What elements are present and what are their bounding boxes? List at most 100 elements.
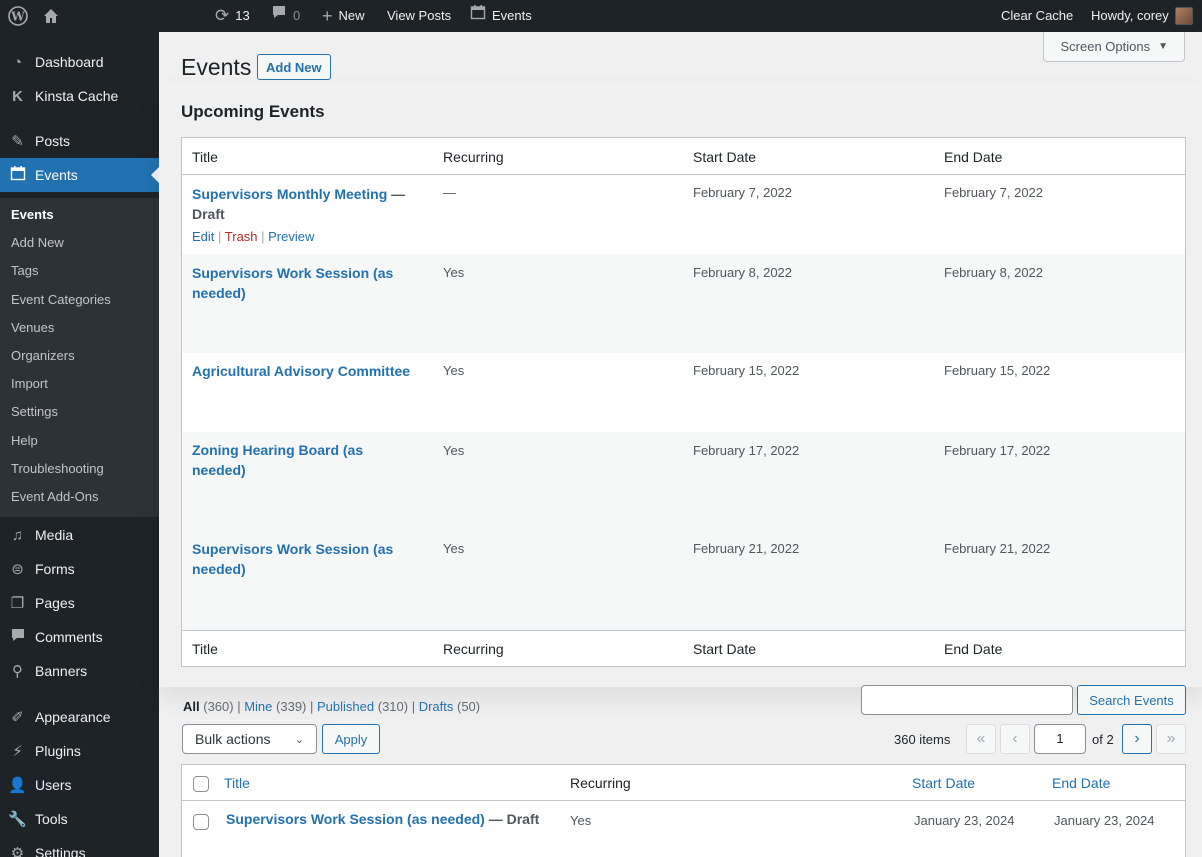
event-title-link[interactable]: Supervisors Work Session (as needed) xyxy=(192,263,412,303)
calendar-icon xyxy=(470,0,486,32)
submenu-settings[interactable]: Settings xyxy=(11,404,58,419)
filter-drafts-count: (50) xyxy=(457,699,481,714)
kinsta-icon: K xyxy=(12,87,23,105)
bulk-actions-select[interactable]: Bulk actions ⌄ xyxy=(182,724,317,754)
sort-start-date[interactable]: Start Date xyxy=(912,775,975,791)
plus-icon: + xyxy=(322,6,333,26)
add-new-button[interactable]: Add New xyxy=(257,54,331,80)
sidebar-item-media[interactable]: ♫ Media xyxy=(0,518,159,552)
home-icon[interactable] xyxy=(42,0,60,32)
sidebar-item-pages[interactable]: ❐ Pages xyxy=(0,586,159,620)
search-input[interactable] xyxy=(861,685,1073,715)
submenu-troubleshooting[interactable]: Troubleshooting xyxy=(11,461,104,476)
table-row: Agricultural Advisory Committee Yes Febr… xyxy=(182,353,1185,432)
end-date-cell: February 7, 2022 xyxy=(944,185,1044,200)
sidebar-item-dashboard[interactable]: ◔ Dashboard xyxy=(0,45,159,79)
view-posts-link[interactable]: View Posts xyxy=(387,0,451,32)
recurring-cell: Yes xyxy=(443,363,465,378)
preview-link[interactable]: Preview xyxy=(268,229,314,244)
sidebar-item-kinsta-cache[interactable]: K Kinsta Cache xyxy=(0,79,159,113)
table-row: Supervisors Work Session (as needed) Yes… xyxy=(182,531,1185,630)
wordpress-logo-icon[interactable]: W xyxy=(8,0,28,32)
events-list-table: Title Recurring Start Date End Date Supe… xyxy=(181,764,1186,857)
prev-page-button[interactable]: ‹ xyxy=(1000,724,1030,754)
submenu-events[interactable]: Events xyxy=(11,207,54,222)
current-page-input[interactable]: 1 xyxy=(1034,724,1086,754)
sort-title[interactable]: Title xyxy=(224,775,250,791)
submenu-add-new[interactable]: Add New xyxy=(11,235,64,250)
clear-cache-link[interactable]: Clear Cache xyxy=(1001,0,1073,32)
avatar xyxy=(1174,7,1193,25)
filter-mine-count: (339) xyxy=(276,699,307,714)
trash-link[interactable]: Trash xyxy=(225,229,258,244)
sidebar-item-settings[interactable]: ⚙ Settings xyxy=(0,836,159,857)
account-menu[interactable]: Howdy, corey xyxy=(1091,0,1193,32)
events-bar-link[interactable]: Events xyxy=(470,0,532,32)
items-count: 360 items xyxy=(894,732,951,747)
event-title-link[interactable]: Supervisors Work Session (as needed) xyxy=(192,539,412,579)
start-date-cell: January 23, 2024 xyxy=(914,813,1015,828)
last-page-button[interactable]: » xyxy=(1156,724,1186,754)
sidebar-item-appearance[interactable]: ✐ Appearance xyxy=(0,700,159,734)
search-events-button[interactable]: Search Events xyxy=(1077,685,1186,715)
filter-drafts[interactable]: Drafts xyxy=(419,699,454,714)
sidebar-item-events[interactable]: Events xyxy=(0,158,159,192)
screen-options-button[interactable]: Screen Options ▼ xyxy=(1043,32,1185,62)
event-title-cell: Supervisors Monthly Meeting — Draft xyxy=(192,184,412,224)
sidebar-item-forms[interactable]: ⊜ Forms xyxy=(0,552,159,586)
sidebar-item-label: Events xyxy=(35,167,78,183)
pin-icon: ⚲ xyxy=(12,663,23,680)
footer-column-start-date: Start Date xyxy=(693,641,757,657)
submenu-organizers[interactable]: Organizers xyxy=(11,348,75,363)
sidebar-item-posts[interactable]: ✎ Posts xyxy=(0,124,159,158)
submenu-event-categories[interactable]: Event Categories xyxy=(11,292,111,307)
comments-link[interactable]: 0 xyxy=(271,0,300,32)
view-posts-label: View Posts xyxy=(387,8,452,23)
sidebar-item-label: Comments xyxy=(35,629,103,645)
edit-link[interactable]: Edit xyxy=(192,229,214,244)
select-all-checkbox[interactable] xyxy=(193,776,209,792)
sidebar-item-comments[interactable]: Comments xyxy=(0,620,159,654)
admin-sidebar: Events Add New Tags Event Categories Ven… xyxy=(0,32,159,857)
apply-button[interactable]: Apply xyxy=(322,724,380,754)
user-icon: 👤 xyxy=(8,777,27,794)
submenu-help[interactable]: Help xyxy=(11,433,38,448)
first-page-button[interactable]: « xyxy=(966,724,996,754)
media-icon: ♫ xyxy=(11,526,24,544)
page-title: Events xyxy=(181,54,252,80)
event-title-link[interactable]: Agricultural Advisory Committee xyxy=(192,361,432,381)
sidebar-item-users[interactable]: 👤 Users xyxy=(0,768,159,802)
submenu-tags[interactable]: Tags xyxy=(11,263,38,278)
start-date-cell: February 17, 2022 xyxy=(693,443,800,458)
sidebar-item-label: Banners xyxy=(35,663,88,679)
sidebar-item-label: Dashboard xyxy=(35,54,104,70)
comment-bubble-icon xyxy=(271,0,287,32)
refresh-icon: ⟳ xyxy=(215,6,230,25)
calendar-icon xyxy=(0,165,35,185)
sidebar-item-banners[interactable]: ⚲ Banners xyxy=(0,654,159,688)
filter-all[interactable]: All xyxy=(183,699,200,714)
next-page-button[interactable]: › xyxy=(1122,724,1152,754)
submenu-import[interactable]: Import xyxy=(11,376,48,391)
row-checkbox[interactable] xyxy=(193,814,209,830)
pin-icon: ✎ xyxy=(11,133,24,150)
event-title-link[interactable]: Supervisors Monthly Meeting xyxy=(192,186,387,202)
recurring-cell: Yes xyxy=(443,541,465,556)
new-content-link[interactable]: + New xyxy=(322,0,365,32)
sidebar-item-tools[interactable]: 🔧 Tools xyxy=(0,802,159,836)
total-pages: of 2 xyxy=(1092,732,1114,747)
comments-icon xyxy=(0,627,35,647)
updates-link[interactable]: ⟳ 13 xyxy=(215,0,250,32)
events-submenu: Events Add New Tags Event Categories Ven… xyxy=(0,198,159,517)
submenu-event-add-ons[interactable]: Event Add-Ons xyxy=(11,489,98,504)
sort-end-date[interactable]: End Date xyxy=(1052,775,1110,791)
sidebar-item-plugins[interactable]: ⚡ Plugins xyxy=(0,734,159,768)
event-title-link[interactable]: Zoning Hearing Board (as needed) xyxy=(192,440,392,480)
updates-count: 13 xyxy=(235,8,250,23)
filter-mine[interactable]: Mine xyxy=(244,699,272,714)
upcoming-events-table: Title Recurring Start Date End Date Supe… xyxy=(181,137,1186,667)
event-title-link[interactable]: Supervisors Work Session (as needed) xyxy=(226,811,485,827)
filter-published[interactable]: Published xyxy=(317,699,374,714)
submenu-venues[interactable]: Venues xyxy=(11,320,54,335)
table-row: Supervisors Work Session (as needed) Yes… xyxy=(182,254,1185,353)
